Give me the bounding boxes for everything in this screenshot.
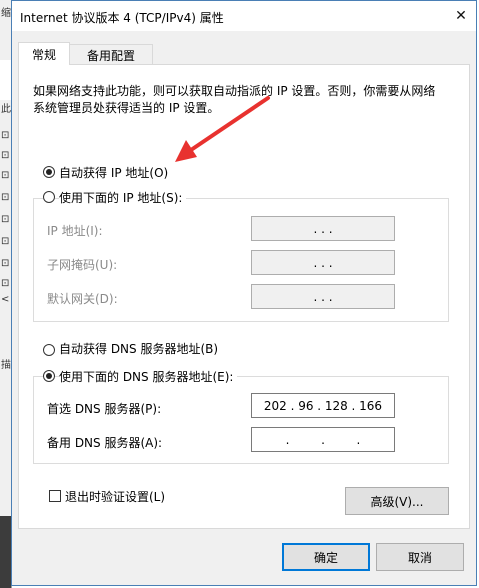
title-bar[interactable]: Internet 协议版本 4 (TCP/IPv4) 属性 ✕ <box>12 1 476 31</box>
general-panel: 如果网络支持此功能，则可以获取自动指派的 IP 设置。否则，你需要从网络系统管理… <box>18 64 470 529</box>
background-taskbar <box>0 516 11 588</box>
tab-alternate-label: 备用配置 <box>86 48 135 63</box>
preferred-dns-field[interactable]: 202 . 96 . 128 . 166 <box>251 393 395 418</box>
background-text: < <box>1 294 10 305</box>
background-text: ⊡ <box>1 214 10 225</box>
tab-general[interactable]: 常规 <box>18 42 70 65</box>
background-text: ⊡ <box>1 258 10 269</box>
octet-separator: . <box>321 432 325 447</box>
preferred-dns-label: 首选 DNS 服务器(P): <box>47 402 162 416</box>
octet-separator: . <box>351 398 356 413</box>
ip-address-field[interactable]: . . . <box>251 216 395 241</box>
background-text: ⊡ <box>1 150 10 161</box>
background-text: ⊡ <box>1 278 10 289</box>
manual-dns-label[interactable]: 使用下面的 DNS 服务器地址(E): <box>59 368 238 385</box>
ip-address-label: IP 地址(I): <box>47 224 103 238</box>
background-text: ⊡ <box>1 130 10 141</box>
auto-ip-radio[interactable] <box>43 166 55 178</box>
ip-address-value: . . . <box>313 221 333 236</box>
tab-general-label: 常规 <box>31 47 56 62</box>
tab-alternate-configuration[interactable]: 备用配置 <box>69 44 153 65</box>
close-icon: ✕ <box>455 8 467 24</box>
manual-ip-radio[interactable] <box>43 191 55 203</box>
subnet-mask-field[interactable]: . . . <box>251 250 395 275</box>
tcpip-properties-dialog: Internet 协议版本 4 (TCP/IPv4) 属性 ✕ 常规 备用配置 … <box>11 0 477 586</box>
octet-separator: . <box>356 432 361 447</box>
default-gateway-label: 默认网关(D): <box>47 292 118 306</box>
ok-button-label: 确定 <box>313 550 338 565</box>
dialog-title: Internet 协议版本 4 (TCP/IPv4) 属性 <box>20 11 224 25</box>
advanced-button-label: 高级(V)... <box>370 494 424 509</box>
manual-ip-label[interactable]: 使用下面的 IP 地址(S): <box>59 189 187 206</box>
background-text: ⊡ <box>1 170 10 181</box>
preferred-dns-octet-3: 128 <box>324 398 348 413</box>
validate-settings-label[interactable]: 退出时验证设置(L) <box>65 488 165 505</box>
auto-dns-label[interactable]: 自动获得 DNS 服务器地址(B) <box>59 340 218 357</box>
manual-dns-radio[interactable] <box>43 370 55 382</box>
default-gateway-field[interactable]: . . . <box>251 284 395 309</box>
preferred-dns-octet-4: 166 <box>359 398 383 413</box>
description-text: 如果网络支持此功能，则可以获取自动指派的 IP 设置。否则，你需要从网络系统管理… <box>33 84 436 115</box>
background-text: 缩 <box>1 8 11 19</box>
subnet-mask-value: . . . <box>313 255 333 270</box>
alternate-dns-label: 备用 DNS 服务器(A): <box>47 436 163 450</box>
auto-ip-label[interactable]: 自动获得 IP 地址(O) <box>59 164 168 181</box>
octet-separator: . <box>290 398 295 413</box>
preferred-dns-octet-1: 202 <box>263 398 287 413</box>
default-gateway-value: . . . <box>313 289 333 304</box>
alternate-dns-field[interactable]: . . . <box>251 427 395 452</box>
octet-separator: . <box>285 432 290 447</box>
cancel-button-label: 取消 <box>407 550 432 565</box>
octet-separator: . <box>317 398 322 413</box>
background-strip <box>0 60 11 100</box>
background-text: ⊡ <box>1 192 10 203</box>
background-text: 描 <box>1 360 11 371</box>
validate-settings-checkbox[interactable] <box>49 490 61 502</box>
cancel-button[interactable]: 取消 <box>376 543 464 571</box>
preferred-dns-octet-2: 96 <box>298 398 314 413</box>
auto-dns-radio[interactable] <box>43 344 55 356</box>
ok-button[interactable]: 确定 <box>282 543 370 571</box>
advanced-button[interactable]: 高级(V)... <box>345 487 449 515</box>
subnet-mask-label: 子网掩码(U): <box>47 258 118 272</box>
background-text: 此 <box>1 104 11 115</box>
close-button[interactable]: ✕ <box>446 1 476 31</box>
background-text: ⊡ <box>1 236 10 247</box>
